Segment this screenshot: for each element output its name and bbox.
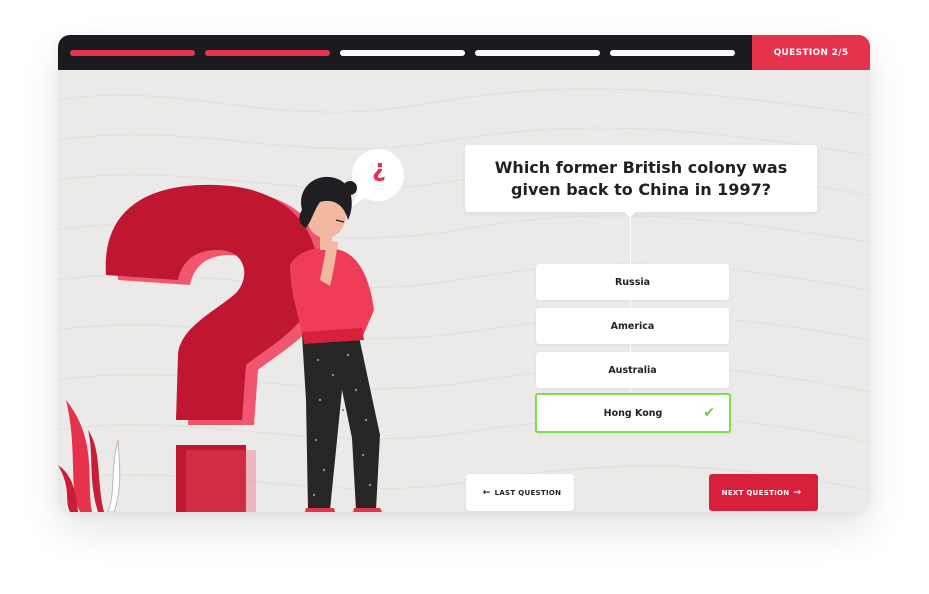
answer-option-russia[interactable]: Russia xyxy=(536,264,729,300)
progress-segment-3 xyxy=(340,50,465,56)
progress-segment-1 xyxy=(70,50,195,56)
illustration xyxy=(58,88,870,512)
quiz-card: QUESTION 2/5 ¿ Which former British colo… xyxy=(58,35,870,512)
progress-segment-4 xyxy=(475,50,600,56)
answer-label: Australia xyxy=(608,364,657,376)
arrow-left-icon: ← xyxy=(482,487,491,498)
answer-label: Russia xyxy=(614,276,651,288)
arrow-right-icon: → xyxy=(793,487,802,498)
answer-option-australia[interactable]: Australia xyxy=(536,352,729,388)
progress-bar: QUESTION 2/5 xyxy=(58,35,870,70)
question-mark-icon xyxy=(105,184,330,512)
answer-label: Hong Kong xyxy=(603,407,663,419)
progress-segment-2 xyxy=(205,50,330,56)
question-box-pointer xyxy=(623,210,637,218)
question-counter: QUESTION 2/5 xyxy=(752,35,870,70)
answer-option-america[interactable]: America xyxy=(536,308,729,344)
progress-segment-5 xyxy=(610,50,735,56)
next-question-label: NEXT QUESTION xyxy=(721,488,790,497)
check-icon: ✔ xyxy=(703,405,715,421)
last-question-label: LAST QUESTION xyxy=(494,488,562,497)
answer-option-hong-kong[interactable]: Hong Kong ✔ xyxy=(535,393,731,433)
plant-decoration xyxy=(58,400,121,512)
answer-label: America xyxy=(610,320,655,332)
quiz-scene: ¿ Which former British colony was given … xyxy=(58,70,870,512)
thought-bubble-glyph: ¿ xyxy=(372,154,386,182)
next-question-button[interactable]: NEXT QUESTION → xyxy=(709,474,818,511)
last-question-button[interactable]: ← LAST QUESTION xyxy=(466,474,574,511)
question-box: Which former British colony was given ba… xyxy=(465,145,817,212)
question-text: Which former British colony was given ba… xyxy=(494,157,788,199)
